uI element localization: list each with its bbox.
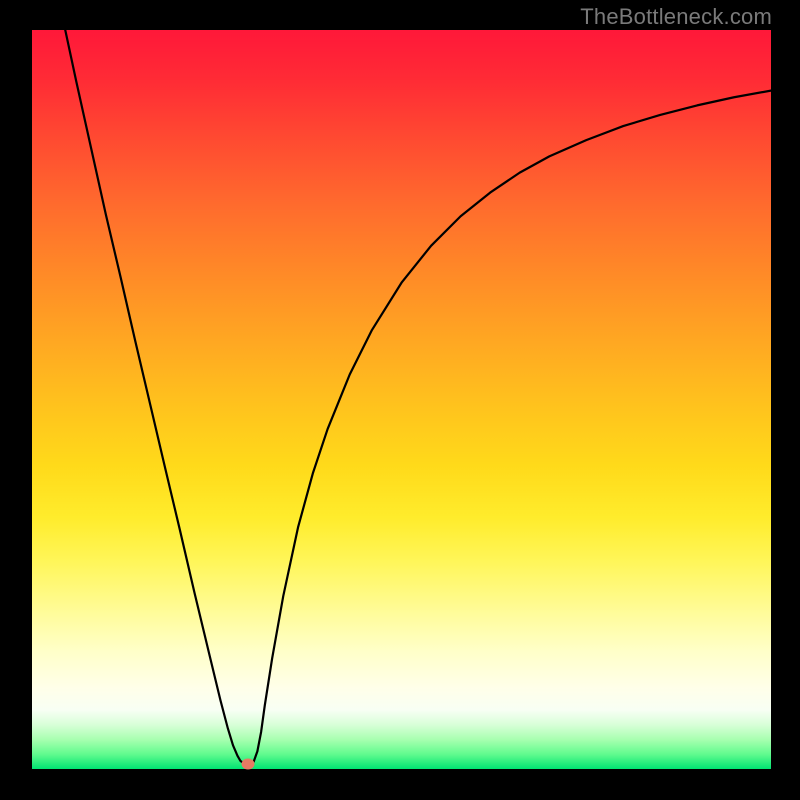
chart-frame: TheBottleneck.com [0, 0, 800, 800]
optimal-point-marker [241, 758, 254, 769]
bottleneck-curve [32, 30, 771, 769]
plot-gradient-area [32, 30, 771, 769]
watermark-text: TheBottleneck.com [580, 4, 772, 30]
